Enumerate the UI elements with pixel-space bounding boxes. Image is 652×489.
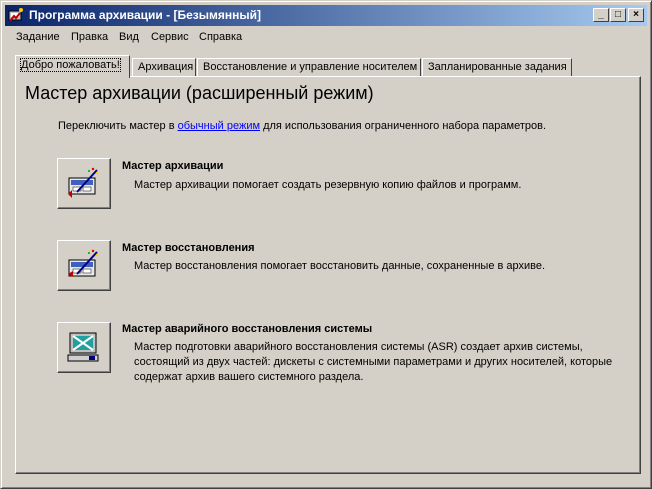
minimize-button[interactable]: _ xyxy=(593,8,609,22)
title-bar[interactable]: Программа архивации - [Безымянный] _ □ × xyxy=(5,5,647,26)
restore-wizard-icon xyxy=(68,249,99,277)
tab-backup-label: Архивация xyxy=(138,61,194,73)
maximize-button[interactable]: □ xyxy=(610,8,626,22)
restore-wizard-title[interactable]: Мастер восстановления xyxy=(122,242,255,254)
asr-wizard-description: Мастер подготовки аварийного восстановле… xyxy=(134,341,613,383)
tab-backup[interactable]: Архивация xyxy=(132,58,196,77)
tab-restore-media-label: Восстановление и управление носителем xyxy=(203,61,418,73)
backup-wizard-description: Мастер архивации помогает создать резерв… xyxy=(134,179,522,191)
menu-help[interactable]: Справка xyxy=(199,31,242,43)
restore-wizard-description: Мастер восстановления помогает восстанов… xyxy=(134,260,546,272)
app-window: Программа архивации - [Безымянный] _ □ ×… xyxy=(0,0,652,489)
tab-welcome[interactable]: Добро пожаловать! xyxy=(15,55,130,78)
welcome-panel: Мастер архивации (расширенный режим) Пер… xyxy=(15,76,641,474)
restore-wizard-button[interactable] xyxy=(57,240,111,291)
tab-strip: Добро пожаловать! Архивация Восстановлен… xyxy=(15,55,645,78)
menu-bar: Задание Правка Вид Сервис Справка xyxy=(5,28,647,48)
backup-wizard-button[interactable] xyxy=(57,158,111,209)
tab-restore-media[interactable]: Восстановление и управление носителем xyxy=(197,58,421,77)
page-title: Мастер архивации (расширенный режим) xyxy=(25,83,374,103)
asr-wizard-title[interactable]: Мастер аварийного восстановления системы xyxy=(122,323,372,335)
close-button[interactable]: × xyxy=(628,8,644,22)
intro-text-before: Переключить мастер в xyxy=(58,120,178,132)
mode-switch-text: Переключить мастер в обычный режим для и… xyxy=(58,120,546,132)
window-title: Программа архивации - [Безымянный] xyxy=(29,8,261,22)
menu-task[interactable]: Задание xyxy=(16,31,60,43)
backup-app-icon xyxy=(8,8,23,22)
backup-wizard-title[interactable]: Мастер архивации xyxy=(122,160,223,172)
intro-text-after: для использования ограниченного набора п… xyxy=(260,120,547,132)
menu-tools[interactable]: Сервис xyxy=(151,31,189,43)
tab-welcome-label: Добро пожаловать! xyxy=(20,58,121,72)
menu-view[interactable]: Вид xyxy=(119,31,139,43)
menu-edit[interactable]: Правка xyxy=(71,31,108,43)
tab-scheduled-jobs[interactable]: Запланированные задания xyxy=(422,58,572,77)
basic-mode-link[interactable]: обычный режим xyxy=(178,120,260,132)
asr-wizard-button[interactable] xyxy=(57,322,111,373)
backup-wizard-icon xyxy=(68,167,99,198)
asr-wizard-icon xyxy=(67,332,99,362)
tab-scheduled-jobs-label: Запланированные задания xyxy=(428,61,567,73)
